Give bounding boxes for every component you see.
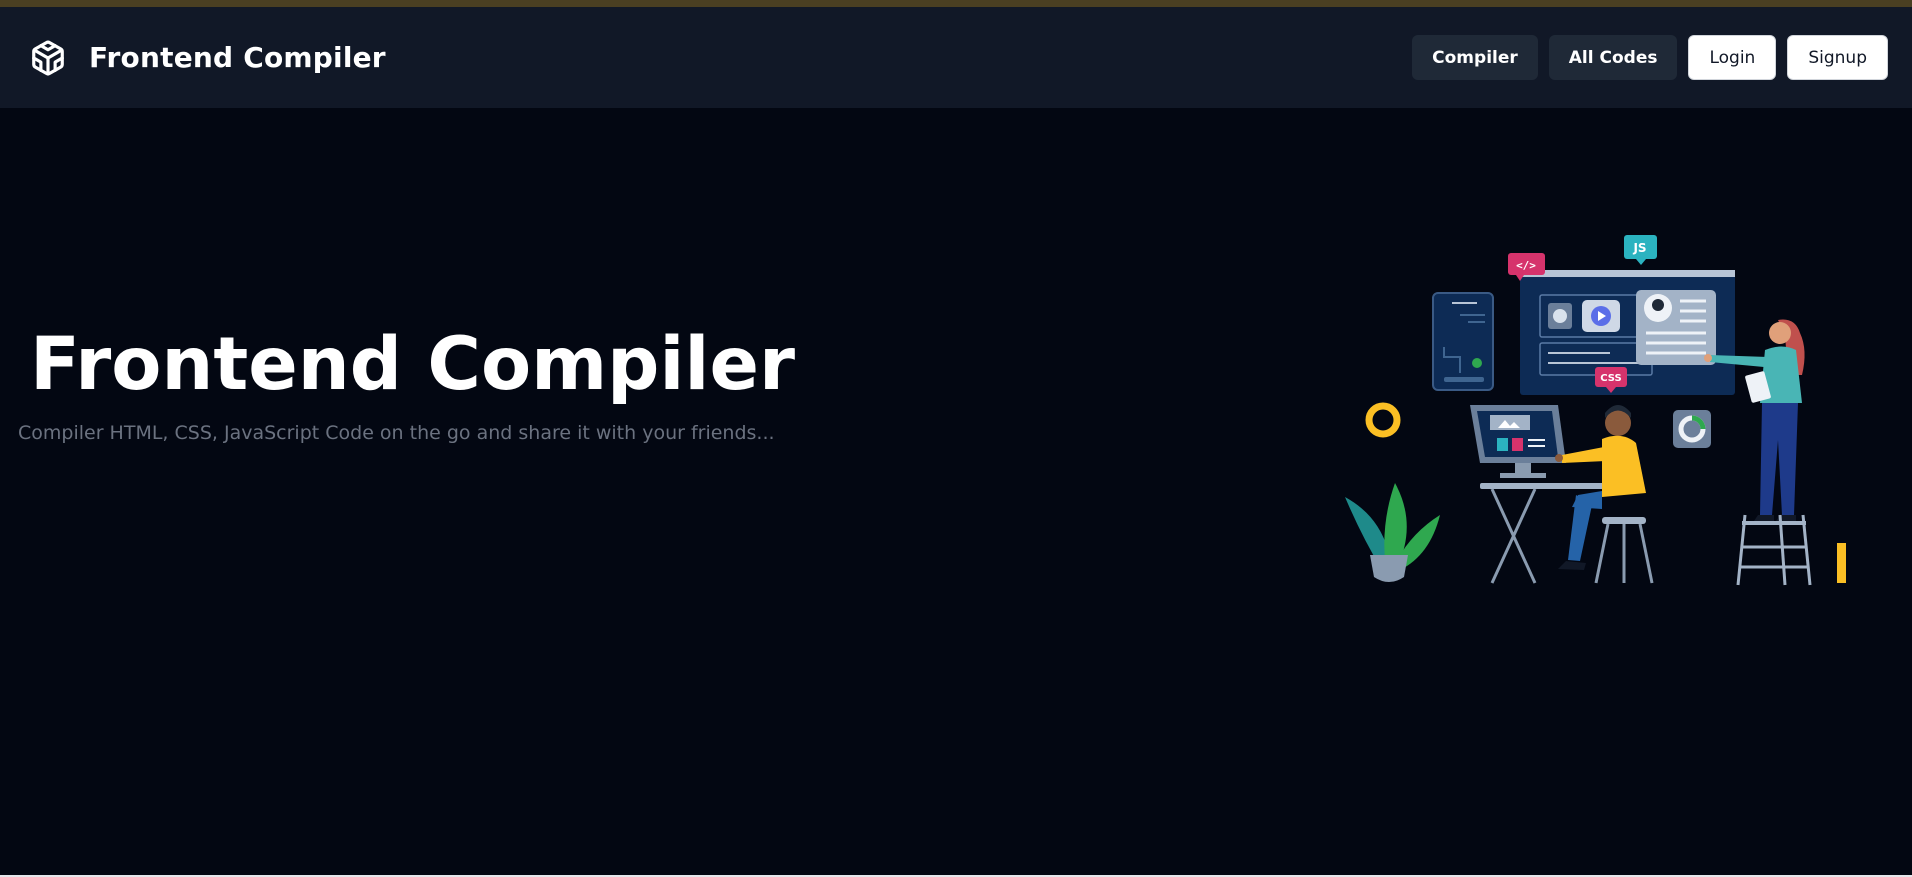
desk-monitor [1470, 405, 1566, 478]
yellow-bar-decoration [1837, 543, 1846, 583]
yellow-ring-decoration [1365, 402, 1401, 438]
js-tag-bubble: JS [1624, 235, 1657, 265]
signup-button[interactable]: Signup [1787, 35, 1888, 80]
css-tag-text: CSS [1600, 373, 1621, 384]
potted-plant [1345, 483, 1440, 582]
compiler-button[interactable]: Compiler [1412, 35, 1538, 80]
phone-panel [1432, 292, 1494, 391]
donut-widget [1673, 410, 1711, 448]
html-tag-text: </> [1516, 259, 1536, 272]
developer-illustration: </> JS CSS [1345, 235, 1846, 586]
codesandbox-cube-icon [32, 40, 64, 76]
navbar: Frontend Compiler Compiler All Codes Log… [0, 7, 1912, 108]
hero-title: Frontend Compiler [30, 322, 795, 407]
all-codes-button[interactable]: All Codes [1548, 35, 1678, 80]
nav-buttons: Compiler All Codes Login Signup [1412, 35, 1888, 80]
js-tag-text: JS [1632, 241, 1646, 255]
ladder [1736, 514, 1812, 586]
dashboard-panel [1520, 270, 1735, 395]
stool [1594, 517, 1654, 584]
hero-subtitle: Compiler HTML, CSS, JavaScript Code on t… [18, 422, 775, 444]
brand[interactable]: Frontend Compiler [29, 39, 386, 77]
login-button[interactable]: Login [1688, 35, 1777, 80]
top-accent-strip [0, 0, 1912, 7]
brand-name: Frontend Compiler [89, 41, 386, 74]
